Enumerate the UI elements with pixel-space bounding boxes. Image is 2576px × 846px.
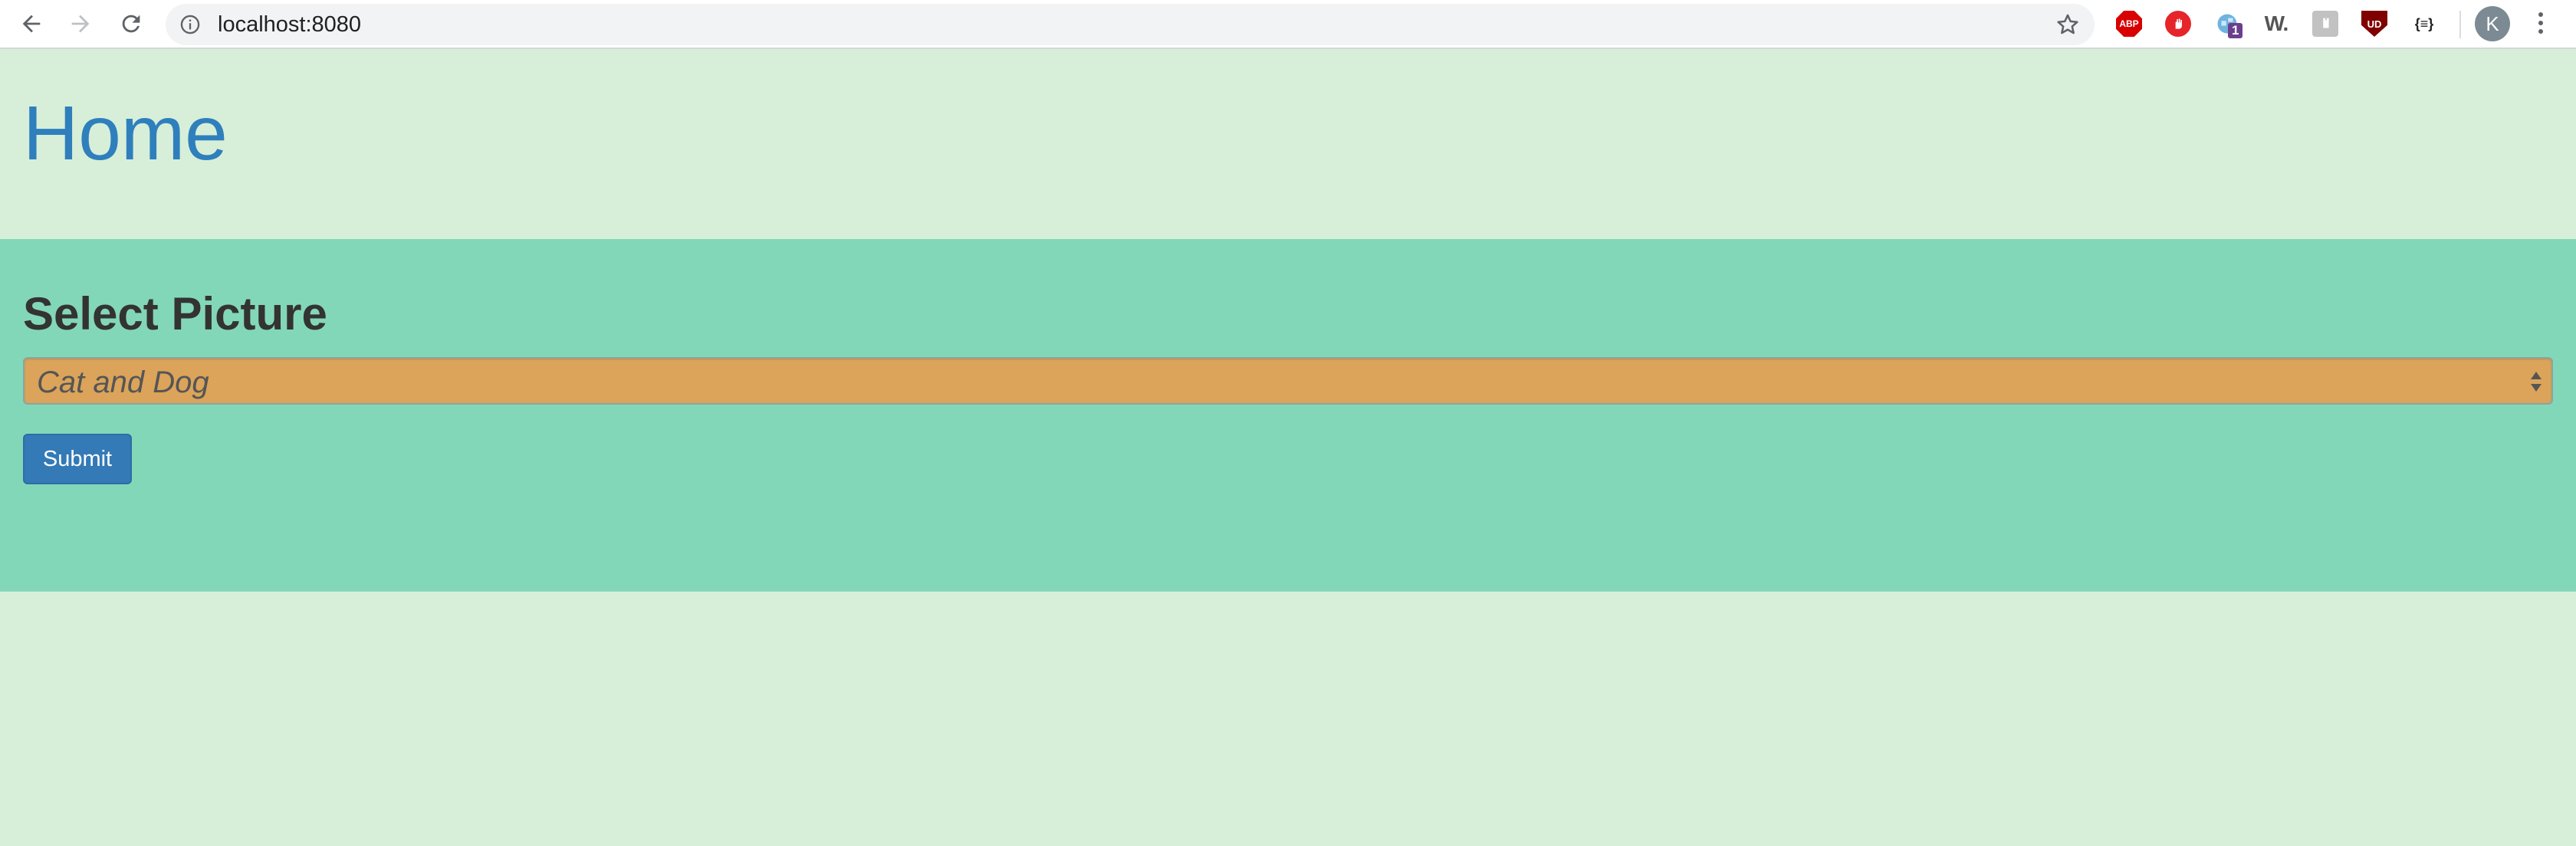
browser-menu-icon[interactable] — [2525, 8, 2556, 38]
browser-toolbar: localhost:8080 ABP 1 W. UD {≡} K — [0, 0, 2576, 49]
w-extension-label: W. — [2264, 11, 2289, 35]
stop-hand-icon[interactable] — [2165, 11, 2191, 37]
avatar-initial: K — [2486, 11, 2499, 35]
w-extension-icon[interactable]: W. — [2263, 11, 2289, 37]
puzzle-icon — [2323, 18, 2329, 28]
toolbar-divider — [2459, 11, 2461, 38]
select-picture-label: Select Picture — [23, 288, 327, 339]
bookmark-star-icon[interactable] — [2055, 11, 2081, 38]
back-button[interactable] — [14, 6, 49, 41]
page-title: Home — [23, 90, 228, 176]
json-viewer-icon[interactable]: {≡} — [2409, 11, 2440, 37]
ublock-icon[interactable]: UD — [2361, 11, 2387, 37]
gray-extension-icon[interactable] — [2312, 11, 2338, 37]
reload-icon — [122, 15, 140, 33]
menu-dot — [2538, 29, 2543, 34]
reload-button[interactable] — [113, 6, 149, 41]
select-arrows-icon — [2531, 372, 2542, 392]
json-viewer-label: {≡} — [2414, 15, 2434, 31]
profile-avatar[interactable]: K — [2475, 6, 2510, 41]
globe-extension-icon[interactable]: 1 — [2214, 11, 2243, 38]
url-text[interactable]: localhost:8080 — [218, 13, 361, 36]
picture-form-panel: Select Picture Cat and Dog Submit — [0, 239, 2576, 592]
address-bar[interactable]: localhost:8080 — [166, 4, 2095, 45]
menu-dot — [2538, 12, 2543, 17]
picture-select-value: Cat and Dog — [37, 366, 209, 399]
arrow-left-icon — [22, 15, 41, 33]
menu-dot — [2538, 21, 2543, 25]
adblock-plus-label: ABP — [2119, 18, 2139, 29]
forward-button[interactable] — [63, 6, 98, 41]
info-icon[interactable] — [179, 14, 201, 35]
submit-button[interactable]: Submit — [23, 434, 132, 484]
ublock-label: UD — [2367, 18, 2382, 30]
hand-icon — [2175, 18, 2182, 29]
arrow-right-icon — [71, 15, 90, 33]
picture-select[interactable]: Cat and Dog — [23, 357, 2553, 405]
adblock-plus-icon[interactable]: ABP — [2116, 11, 2142, 37]
extension-badge: 1 — [2228, 23, 2243, 38]
